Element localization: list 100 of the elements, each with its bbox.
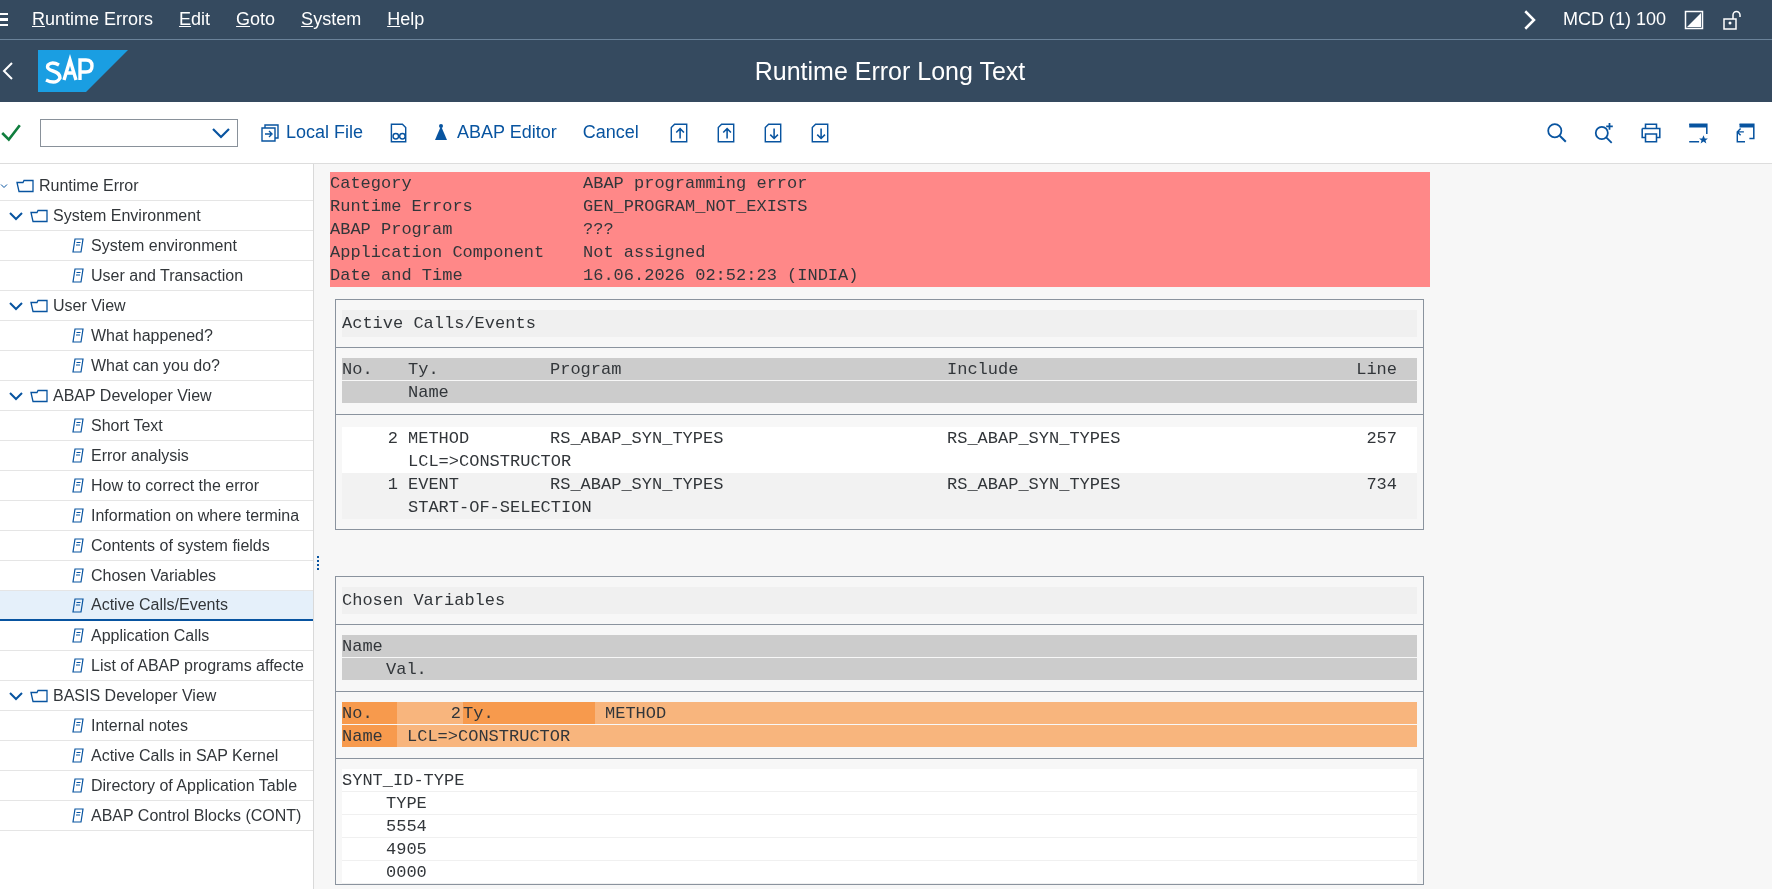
tree-item[interactable]: ABAP Control Blocks (CONT) (0, 801, 313, 831)
menu-item[interactable]: System (301, 9, 362, 30)
local-file-button[interactable]: Local File (256, 118, 368, 147)
tree-node[interactable]: System Environment (0, 201, 313, 231)
table-cell-text: RS_ABAP_SYN_TYPES (947, 475, 1122, 494)
tree-label: System Environment (53, 206, 201, 225)
tree-node[interactable]: ABAP Developer View (0, 381, 313, 411)
variable-name: SYNT_ID-TYPE (342, 770, 465, 790)
splitter-handle[interactable] (317, 556, 322, 570)
chevron-down-icon[interactable] (211, 126, 231, 139)
table-cell-text: 2 (386, 429, 399, 448)
tree-label: System environment (91, 236, 237, 255)
tree-label: What can you do? (91, 356, 220, 375)
tree-label: ABAP Control Blocks (CONT) (91, 806, 302, 825)
tree-item[interactable]: User and Transaction (0, 261, 313, 291)
tree-node[interactable]: Runtime Error (0, 171, 313, 201)
table-cell-text: RS_ABAP_SYN_TYPES (550, 429, 725, 448)
print-icon[interactable] (1640, 121, 1662, 144)
section-title: Active Calls/Events (342, 310, 1417, 337)
window-star-icon[interactable] (1687, 121, 1709, 144)
search-icon[interactable] (1546, 121, 1568, 144)
field-value: 2 (449, 703, 462, 723)
menu-item[interactable]: Edit (179, 9, 211, 30)
field-label: Name (342, 725, 397, 747)
tree-item[interactable]: Directory of Application Table (0, 771, 313, 801)
column-header: No. (342, 359, 374, 379)
document-icon (70, 627, 86, 644)
field-label: Ty. (463, 702, 595, 724)
tree-label: Directory of Application Table (91, 776, 298, 795)
tree-item[interactable]: Information on where termina (0, 501, 313, 531)
tree-item[interactable]: What can you do? (0, 351, 313, 381)
back-icon[interactable] (2, 61, 14, 81)
tree-label: Runtime Error (39, 176, 139, 195)
table-cell-text: RS_ABAP_SYN_TYPES (550, 475, 725, 494)
document-icon (70, 447, 86, 464)
tree-item[interactable]: Application Calls (0, 621, 313, 651)
menu-icon[interactable] (0, 12, 8, 27)
tree-node[interactable]: User View (0, 291, 313, 321)
tree-label: User and Transaction (91, 266, 244, 285)
document-icon (70, 777, 86, 794)
window-restore-icon[interactable] (1734, 121, 1756, 144)
command-field[interactable] (40, 118, 238, 147)
field-value: Not assigned (583, 243, 707, 262)
table-cell-text: 1 (386, 475, 399, 494)
menu-item[interactable]: Runtime Errors (32, 9, 154, 30)
table-cell-text: LCL=>CONSTRUCTOR (408, 452, 573, 471)
tree-item[interactable]: Active Calls/Events (0, 591, 313, 621)
folder-icon (30, 387, 48, 404)
field-label: Application Component (330, 243, 546, 262)
column-header: Program (550, 359, 623, 379)
column-header: Name (342, 636, 383, 656)
window-icon[interactable] (1684, 9, 1704, 30)
tree-node[interactable]: BASIS Developer View (0, 681, 313, 711)
field-label: ABAP Program (330, 220, 454, 239)
menu-item[interactable]: Help (387, 9, 425, 30)
column-header: Val. (386, 659, 427, 679)
document-icon (70, 537, 86, 554)
document-icon (70, 596, 86, 614)
field-value: GEN_PROGRAM_NOT_EXISTS (583, 197, 809, 216)
document-icon (70, 807, 86, 824)
variable-value: 0000 (386, 862, 427, 882)
table-cell-text: 257 (1365, 429, 1397, 448)
tree-item[interactable]: System environment (0, 231, 313, 261)
file-transfer-icon (260, 122, 280, 143)
tree-item[interactable]: How to correct the error (0, 471, 313, 501)
field-value: METHOD (604, 703, 667, 723)
folder-icon (30, 207, 48, 224)
tree-item[interactable]: Short Text (0, 411, 313, 441)
table-cell-text: 734 (1365, 475, 1397, 494)
variable-value: 4905 (386, 839, 427, 859)
search-next-icon[interactable] (1593, 121, 1615, 144)
column-header: Ty. (408, 359, 440, 379)
tree-item[interactable]: List of ABAP programs affecte (0, 651, 313, 681)
table-cell-text: START-OF-SELECTION (408, 498, 593, 517)
tree-item[interactable]: Active Calls in SAP Kernel (0, 741, 313, 771)
menu-item[interactable]: Goto (236, 9, 276, 30)
field-value: 16.06.2026 02:52:23 (INDIA) (583, 266, 860, 285)
document-icon (70, 237, 86, 254)
tree-item[interactable]: Internal notes (0, 711, 313, 741)
tree-label: Information on where termina (91, 506, 300, 525)
folder-icon (30, 297, 48, 314)
cancel-button[interactable]: Cancel (578, 118, 643, 147)
abap-editor-button[interactable]: ABAP Editor (427, 118, 561, 147)
tree-label: What happened? (91, 326, 213, 345)
tree-label: Short Text (91, 416, 163, 435)
tree-item[interactable]: Error analysis (0, 441, 313, 471)
unlock-icon[interactable] (1722, 9, 1742, 30)
tree-label: How to correct the error (91, 476, 260, 495)
column-header: Line (1355, 359, 1397, 379)
tree-label: ABAP Developer View (53, 386, 212, 405)
tree-item[interactable]: Contents of system fields (0, 531, 313, 561)
system-info: MCD (1) 100 (1562, 9, 1666, 30)
tree-label: Chosen Variables (91, 566, 217, 585)
document-icon (70, 507, 86, 524)
tree-item[interactable]: What happened? (0, 321, 313, 351)
tree-label: User View (53, 296, 126, 315)
field-label: No. (342, 702, 397, 724)
field-label: Runtime Errors (330, 197, 474, 216)
field-value: ??? (583, 220, 615, 239)
folder-icon (16, 177, 34, 194)
